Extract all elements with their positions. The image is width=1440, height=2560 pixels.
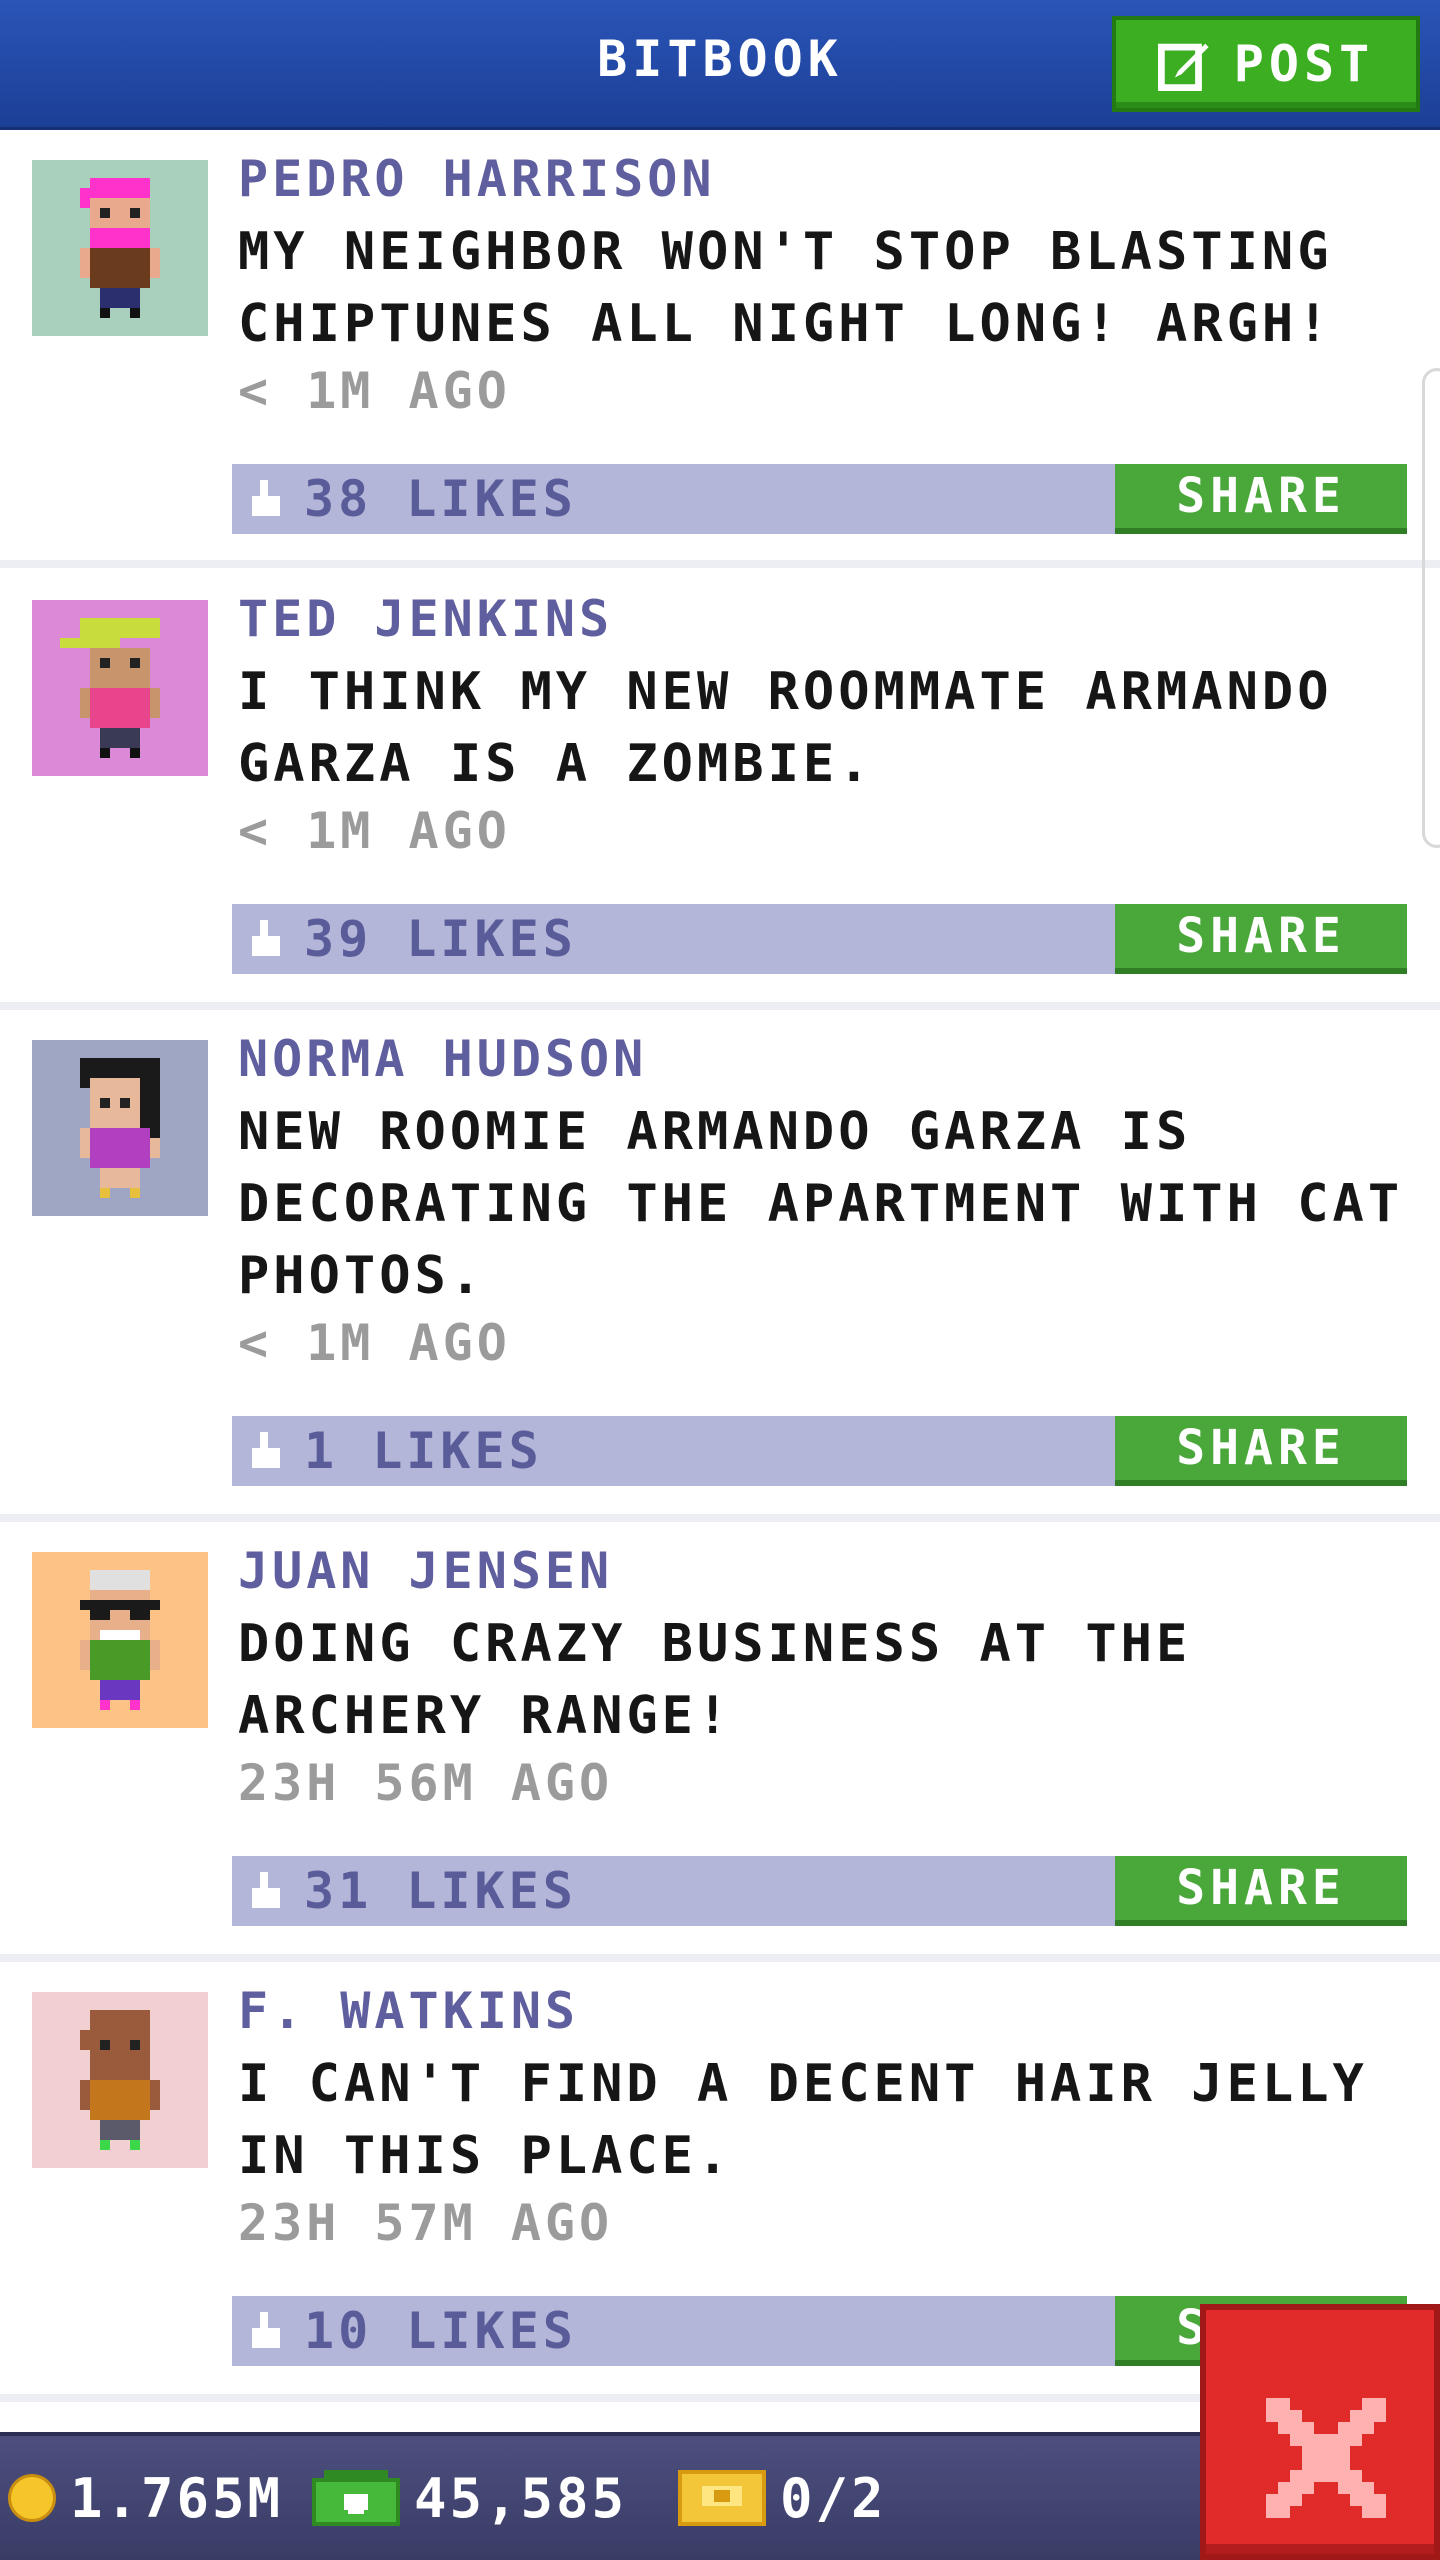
likes-count: 31 LIKES — [304, 1862, 577, 1920]
thumbs-up-icon[interactable] — [248, 480, 284, 520]
tickets-value: 0/2 — [780, 2466, 887, 2530]
likes-bar: 39 LIKES SHARE — [232, 904, 1407, 974]
ticket-icon — [678, 2470, 766, 2526]
avatar[interactable] — [32, 1552, 208, 1728]
likes-bar: 38 LIKES SHARE — [232, 464, 1407, 534]
post-message: NEW ROOMIE ARMANDO GARZA IS DECORATING T… — [238, 1102, 1404, 1306]
tickets-stat: 0/2 — [678, 2436, 887, 2560]
avatar-pixel-icon — [80, 2010, 160, 2150]
avatar[interactable] — [32, 160, 208, 336]
post-author[interactable]: NORMA HUDSON — [238, 1030, 647, 1088]
coins-value: 1.765M — [70, 2466, 284, 2530]
thumbs-up-icon[interactable] — [248, 1432, 284, 1472]
share-button[interactable]: SHARE — [1115, 1856, 1407, 1926]
post-message: DOING CRAZY BUSINESS AT THE ARCHERY RANG… — [238, 1614, 1192, 1746]
close-icon — [1266, 2398, 1386, 2518]
avatar[interactable] — [32, 600, 208, 776]
post-message: I THINK MY NEW ROOMMATE ARMANDO GARZA IS… — [238, 662, 1333, 794]
close-button[interactable] — [1200, 2304, 1440, 2560]
app-header: BITBOOK POST — [0, 0, 1440, 130]
post-message: MY NEIGHBOR WON'T STOP BLASTING CHIPTUNE… — [238, 222, 1333, 354]
post-author[interactable]: JUAN JENSEN — [238, 1542, 613, 1600]
post-author[interactable]: F. WATKINS — [238, 1982, 579, 2040]
coin-icon — [8, 2474, 56, 2522]
avatar-pixel-icon — [80, 1058, 160, 1198]
scrollbar[interactable] — [1422, 368, 1440, 848]
share-button[interactable]: SHARE — [1115, 1416, 1407, 1486]
post-author[interactable]: PEDRO HARRISON — [238, 150, 715, 208]
post-timestamp: < 1M AGO — [238, 1314, 511, 1372]
share-button[interactable]: SHARE — [1115, 904, 1407, 974]
likes-bar: 1 LIKES SHARE — [232, 1416, 1407, 1486]
avatar[interactable] — [32, 1040, 208, 1216]
bux-icon — [312, 2470, 400, 2526]
post-message: I CAN'T FIND A DECENT HAIR JELLY IN THIS… — [238, 2054, 1368, 2186]
post-button-label: POST — [1233, 35, 1375, 93]
avatar-pixel-icon — [80, 1570, 160, 1710]
coins-stat: 1.765M — [8, 2436, 283, 2560]
post-author[interactable]: TED JENKINS — [238, 590, 613, 648]
thumbs-up-icon[interactable] — [248, 1872, 284, 1912]
feed-post: TED JENKINS I THINK MY NEW ROOMMATE ARMA… — [0, 570, 1440, 1010]
likes-count: 10 LIKES — [304, 2302, 577, 2360]
post-timestamp: 23H 56M AGO — [238, 1754, 614, 1812]
likes-count: 1 LIKES — [304, 1422, 543, 1480]
feed-post: PEDRO HARRISON MY NEIGHBOR WON'T STOP BL… — [0, 130, 1440, 568]
post-timestamp: 23H 57M AGO — [238, 2194, 614, 2252]
likes-count: 38 LIKES — [304, 470, 577, 528]
compose-icon — [1157, 43, 1209, 91]
avatar-pixel-icon — [60, 618, 160, 758]
post-timestamp: < 1M AGO — [238, 362, 511, 420]
thumbs-up-icon[interactable] — [248, 920, 284, 960]
post-timestamp: < 1M AGO — [238, 802, 511, 860]
feed-post: NORMA HUDSON NEW ROOMIE ARMANDO GARZA IS… — [0, 1010, 1440, 1522]
thumbs-up-icon[interactable] — [248, 2312, 284, 2352]
bux-value: 45,585 — [414, 2466, 628, 2530]
share-button[interactable]: SHARE — [1115, 464, 1407, 534]
avatar-pixel-icon — [80, 178, 160, 318]
likes-count: 39 LIKES — [304, 910, 577, 968]
likes-bar: 31 LIKES SHARE — [232, 1856, 1407, 1926]
feed-post: JUAN JENSEN DOING CRAZY BUSINESS AT THE … — [0, 1522, 1440, 1962]
bux-stat: 45,585 — [312, 2436, 627, 2560]
avatar[interactable] — [32, 1992, 208, 2168]
post-button[interactable]: POST — [1112, 16, 1420, 112]
